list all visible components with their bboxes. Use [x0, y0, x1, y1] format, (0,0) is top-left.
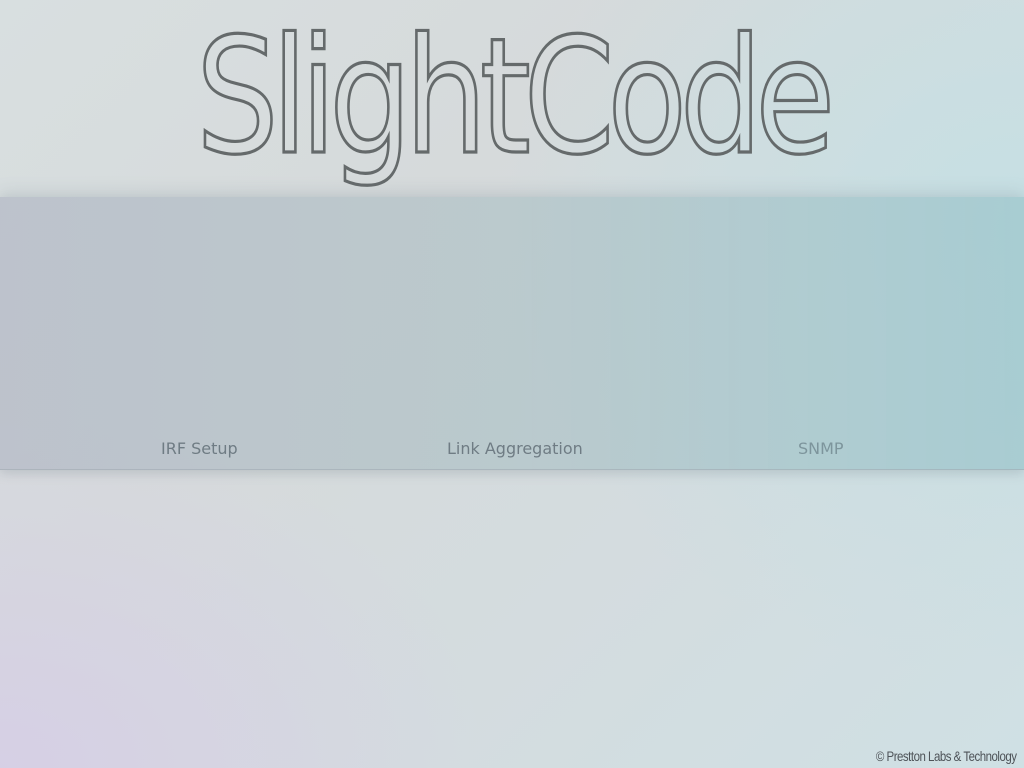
nav-link-link-aggregation[interactable]: Link Aggregation: [447, 439, 583, 458]
site-logo[interactable]: SlightCode: [0, 0, 1024, 196]
logo-text: SlightCode: [196, 3, 828, 190]
nav-link-snmp[interactable]: SNMP: [798, 439, 844, 458]
main-nav-band: [0, 197, 1024, 470]
footer-copyright: © Prestton Labs & Technology: [875, 748, 1016, 764]
site-header: SlightCode: [0, 0, 1024, 196]
nav-link-irf-setup[interactable]: IRF Setup: [161, 439, 238, 458]
